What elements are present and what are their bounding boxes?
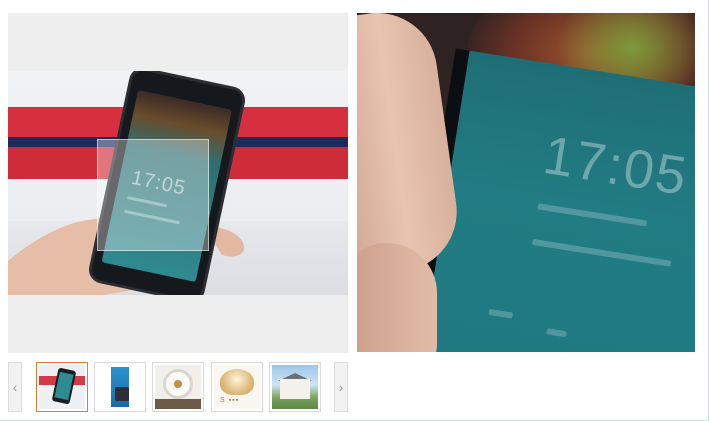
chevron-right-icon: › (338, 379, 344, 395)
thumbnail-image (272, 365, 318, 409)
thumbnail-blue-product-box[interactable] (94, 362, 146, 412)
zoom-icon-mark (488, 308, 514, 319)
phone-icon (51, 367, 77, 405)
thumbnail-image: S ▪▪▪ (214, 365, 260, 409)
chandelier-caption-graphic: S ▪▪▪ (220, 397, 240, 404)
zoom-clock: 17:05 (539, 125, 693, 207)
thumbnail-house-exterior[interactable] (269, 362, 321, 412)
thumbnail-image (155, 365, 201, 409)
thumbnail-image (39, 365, 85, 409)
main-image-stage[interactable]: 17:05 (8, 13, 348, 353)
zoom-text-line (531, 238, 672, 267)
thumbnail-phone-in-hand[interactable] (36, 362, 88, 412)
thumbnail-ceiling-lamp[interactable] (152, 362, 204, 412)
zoom-icon-mark (546, 328, 567, 338)
product-gallery: 17:05 17:05 ‹ S ▪▪▪ › (0, 0, 709, 421)
room-floor (155, 399, 201, 409)
chandelier-icon (220, 369, 254, 395)
zoom-text-line (537, 203, 648, 227)
chevron-left-icon: ‹ (12, 379, 18, 395)
zoom-preview: 17:05 (357, 13, 695, 352)
thumbnail-next-button[interactable]: › (334, 362, 348, 412)
zoom-lens[interactable] (97, 139, 209, 251)
thumbnail-chandelier[interactable]: S ▪▪▪ (211, 362, 263, 412)
lamp-center-icon (174, 380, 182, 388)
device-icon (115, 387, 129, 401)
house-icon (280, 379, 310, 399)
thumbnail-prev-button[interactable]: ‹ (8, 362, 22, 412)
thumbnail-image (97, 365, 143, 409)
